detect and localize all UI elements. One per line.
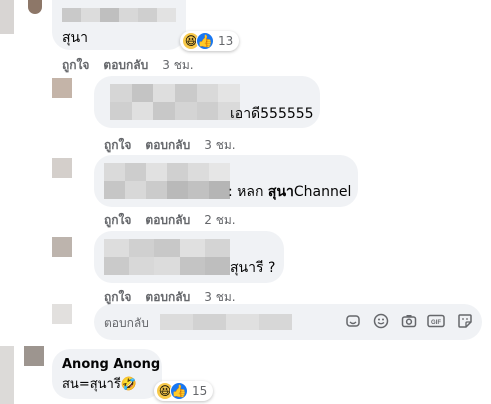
redacted-mention bbox=[160, 314, 292, 330]
like-button[interactable]: ถูกใจ bbox=[104, 211, 131, 230]
avatar-pixel bbox=[0, 0, 14, 34]
avatar[interactable] bbox=[24, 346, 44, 366]
reaction-summary[interactable]: 😆 👍 15 bbox=[154, 381, 214, 401]
comment-text: สุนา bbox=[62, 30, 88, 46]
comment-text: สุนารี ? bbox=[230, 260, 276, 276]
comment-text-suffix: Channel bbox=[293, 184, 352, 200]
svg-text:GIF: GIF bbox=[431, 320, 441, 326]
timestamp[interactable]: 3 ชม. bbox=[162, 56, 193, 75]
avatar-pixel bbox=[0, 346, 14, 404]
author-name[interactable]: Anong Anong bbox=[62, 356, 160, 374]
reply-input[interactable]: ตอบกลับ GIF bbox=[94, 304, 482, 340]
comment-text: : หลก สุนาChannel bbox=[228, 183, 351, 201]
avatar[interactable] bbox=[28, 0, 42, 14]
mention-link[interactable]: สุนา bbox=[268, 184, 294, 200]
comment-text-prefix: : หลก bbox=[228, 184, 268, 200]
avatar[interactable] bbox=[52, 158, 72, 178]
reaction-count: 13 bbox=[218, 34, 234, 48]
sticker-icon[interactable] bbox=[344, 312, 362, 330]
reply-button[interactable]: ตอบกลับ bbox=[103, 56, 148, 75]
sticker-face-icon[interactable] bbox=[456, 312, 474, 330]
emoji-icon[interactable] bbox=[372, 312, 390, 330]
comment-actions: ถูกใจ ตอบกลับ 3 ชม. bbox=[62, 56, 208, 75]
comment-text: เอาดี555555 bbox=[230, 106, 314, 122]
gif-icon[interactable]: GIF bbox=[427, 312, 445, 330]
reaction-count: 15 bbox=[192, 384, 208, 398]
comment-bubble: : หลก สุนาChannel bbox=[94, 155, 358, 207]
like-button[interactable]: ถูกใจ bbox=[62, 56, 89, 75]
comment-actions: ถูกใจ ตอบกลับ 2 ชม. bbox=[104, 211, 250, 230]
redacted-author bbox=[104, 239, 230, 275]
like-button[interactable]: ถูกใจ bbox=[104, 136, 131, 155]
reply-placeholder: ตอบกลับ bbox=[104, 316, 149, 330]
timestamp[interactable]: 3 ชม. bbox=[204, 136, 235, 155]
comment-bubble: Anong Anong สน=สุนารี🤣 bbox=[52, 349, 162, 399]
comment-bubble: สุนา bbox=[52, 0, 186, 50]
comment-actions: ถูกใจ ตอบกลับ 3 ชม. bbox=[104, 136, 250, 155]
redacted-author-name bbox=[62, 8, 176, 22]
camera-icon[interactable] bbox=[400, 312, 418, 330]
comment-bubble: สุนารี ? bbox=[94, 231, 284, 283]
like-icon: 👍 bbox=[170, 382, 188, 400]
reply-button[interactable]: ตอบกลับ bbox=[145, 211, 190, 230]
current-user-avatar bbox=[52, 304, 72, 324]
avatar[interactable] bbox=[52, 237, 72, 257]
reaction-summary[interactable]: 😆 👍 13 bbox=[180, 31, 240, 51]
redacted-author bbox=[104, 163, 230, 199]
comment-bubble: เอาดี555555 bbox=[94, 76, 320, 128]
like-icon: 👍 bbox=[196, 32, 214, 50]
timestamp[interactable]: 2 ชม. bbox=[204, 211, 235, 230]
avatar[interactable] bbox=[52, 78, 72, 98]
redacted-author bbox=[110, 84, 240, 120]
comment-text: สน=สุนารี🤣 bbox=[62, 377, 138, 392]
reply-button[interactable]: ตอบกลับ bbox=[145, 136, 190, 155]
